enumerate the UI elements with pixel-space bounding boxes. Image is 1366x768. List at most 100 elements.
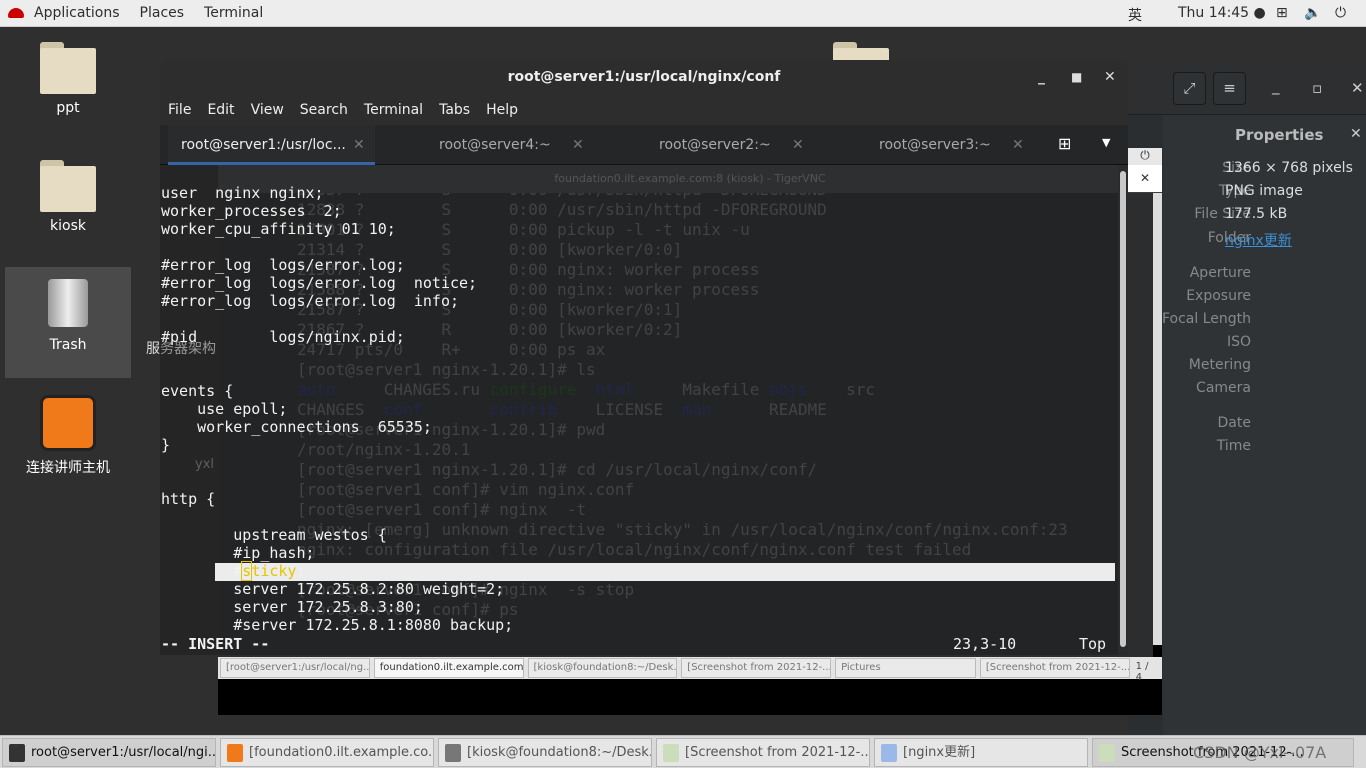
task-label: [Screenshot from 2021-12-... [685,745,870,760]
close-properties-button[interactable]: ✕ [1350,126,1362,142]
vnc-scrollbar[interactable] [1153,193,1162,645]
applications-menu[interactable]: Applications [24,5,130,21]
icon-label: Trash [49,337,87,353]
vnc-task-item[interactable]: Pictures [835,658,976,678]
icon-label: 连接讲师主机 [26,460,110,476]
terminal-scrollbar[interactable] [1118,165,1128,655]
close-tab-icon[interactable]: ✕ [1012,125,1024,165]
desktop-icon-trash[interactable]: Trash [5,267,131,378]
viewer-headerbar: ⤢ ≡ _ ▫ ✕ [1128,62,1366,115]
terminal-titlebar: root@server1:/usr/local/nginx/conf _ ■ ✕ [160,60,1128,95]
terminal-app-menu[interactable]: Terminal [194,5,273,21]
menu-file[interactable]: File [160,102,199,118]
tab-server2[interactable]: root@server2:~ ✕ [659,125,804,165]
home-folder-icon [40,160,96,212]
task-label: [foundation0.ilt.example.co... [249,745,434,760]
task-item-terminal[interactable]: root@server1:/usr/local/ngi... [2,738,216,767]
prop-label: Metering [1188,357,1251,373]
tigervnc-icon [227,743,243,762]
image-viewer-icon [1099,743,1115,762]
vnc-task-item[interactable]: [kiosk@foundation8:~/Desk... [527,658,678,678]
minimize-button[interactable]: _ [1038,60,1045,95]
tigervnc-icon [40,395,96,451]
menu-button[interactable]: ≡ [1213,72,1246,105]
prop-value: 177.5 kB [1225,206,1288,222]
vim-scroll-position: Top [1079,635,1107,653]
vnc-inner-taskbar: [root@server1:/usr/local/ng... foundatio… [218,657,1162,683]
terminal-icon [445,743,461,762]
icon-label: ppt [56,100,80,116]
watermark: CSDN @Yxl--07A [1193,743,1327,762]
input-method-indicator[interactable]: 英 [1128,5,1142,25]
terminal-content[interactable]: user nginx nginx; worker_processes 2; wo… [160,165,1118,655]
task-item-screenshot-viewer[interactable]: Screenshot from 2021-12-... CSDN @Yxl--0… [1092,738,1354,767]
desktop-icon-ppt[interactable]: ppt [5,42,131,116]
prop-label: Date [1217,415,1251,431]
prop-value: PNG image [1225,183,1303,199]
tab-server4[interactable]: root@server4:~ ✕ [439,125,584,165]
clock[interactable]: Thu 14:45 ● [1178,5,1266,21]
menu-help[interactable]: Help [478,102,526,118]
task-item-screenshot[interactable]: [Screenshot from 2021-12-... [656,738,870,767]
icon-label: kiosk [50,218,86,234]
properties-title: Properties [1235,126,1324,144]
terminal-icon [9,743,25,762]
vnc-workspace-pager[interactable]: 1 / 4 [1132,657,1162,683]
tabs-dropdown-icon[interactable]: ▼ [1102,136,1110,149]
tab-server3[interactable]: root@server3:~ ✕ [879,125,1024,165]
properties-panel: Properties ✕ Size 1366 × 768 pixels Type P… [1161,115,1366,735]
new-tab-icon[interactable]: ⊞ [1058,134,1071,153]
terminal-window: root@server1:/usr/local/nginx/conf _ ■ ✕… [160,60,1128,655]
vnc-task-item[interactable]: [Screenshot from 2021-12-... [681,658,832,678]
desktop-icon-connect-teacher[interactable]: 连接讲师主机 [5,395,131,477]
menu-bar: File Edit View Search Terminal Tabs Help [160,95,1128,125]
vnc-task-item[interactable]: [root@server1:/usr/local/ng... [220,658,370,678]
menu-tabs[interactable]: Tabs [431,102,478,118]
network-icon[interactable]: ⊞ [1276,5,1288,21]
close-button[interactable]: ✕ [1351,79,1364,97]
task-item-kiosk-terminal[interactable]: [kiosk@foundation8:~/Desk... [438,738,652,767]
task-item-nginx-folder[interactable]: [nginx更新] [874,738,1088,767]
prop-value: 1366 × 768 pixels [1225,160,1353,176]
task-label: root@server1:/usr/local/ngi... [31,745,216,760]
menu-view[interactable]: View [243,102,292,118]
minimize-button[interactable]: _ [1272,77,1280,95]
task-label: [nginx更新] [903,745,976,760]
tab-server1[interactable]: root@server1:/usr/loc... ✕ [168,125,375,165]
prop-label: Exposure [1186,288,1251,304]
folder-link[interactable]: nginx更新 [1225,230,1292,250]
task-label: [kiosk@foundation8:~/Desk... [467,745,652,760]
tab-label: root@server4:~ [439,137,551,153]
close-tab-icon[interactable]: ✕ [792,125,804,165]
file-manager-icon [881,743,897,762]
menu-search[interactable]: Search [292,102,356,118]
fullscreen-button[interactable]: ⤢ [1173,72,1206,105]
vim-cursor-position: 23,3-10 [953,635,1017,653]
scrollbar-thumb[interactable] [1120,171,1126,647]
close-tab-icon[interactable]: ✕ [353,125,365,165]
vim-buffer: user nginx nginx; worker_processes 2; wo… [161,184,514,634]
task-item-vnc[interactable]: [foundation0.ilt.example.co... [220,738,434,767]
close-button[interactable]: ✕ [1104,60,1116,95]
close-tab-icon[interactable]: ✕ [572,125,584,165]
tab-label: root@server1:/usr/loc... [181,137,346,153]
menu-edit[interactable]: Edit [199,102,242,118]
maximize-button[interactable]: ▫ [1312,79,1322,97]
desktop-icon-kiosk[interactable]: kiosk [5,160,131,234]
vnc-power-icon[interactable]: ⏻ [1128,148,1162,165]
redhat-logo-icon [8,8,24,18]
image-viewer-icon [663,743,679,762]
taskbar: root@server1:/usr/local/ngi... [foundati… [0,735,1366,768]
prop-label: ISO [1226,334,1251,350]
vnc-task-item[interactable]: foundation0.ilt.example.com... [373,658,524,678]
prop-label: Focal Length [1161,311,1251,327]
image-viewer-window: ⤢ ≡ _ ▫ ✕ Properties ✕ Size 1366 × 768 pi… [1128,62,1366,735]
menu-terminal[interactable]: Terminal [356,102,431,118]
power-icon[interactable]: ⏻ [1335,5,1346,21]
maximize-button[interactable]: ■ [1071,60,1082,95]
places-menu[interactable]: Places [130,5,195,21]
vnc-inner-close-button[interactable]: ✕ [1128,165,1162,192]
volume-muted-icon[interactable]: 🔈 [1304,5,1321,21]
folder-icon [40,42,96,94]
vnc-task-item[interactable]: [Screenshot from 2021-12-... [979,658,1130,678]
